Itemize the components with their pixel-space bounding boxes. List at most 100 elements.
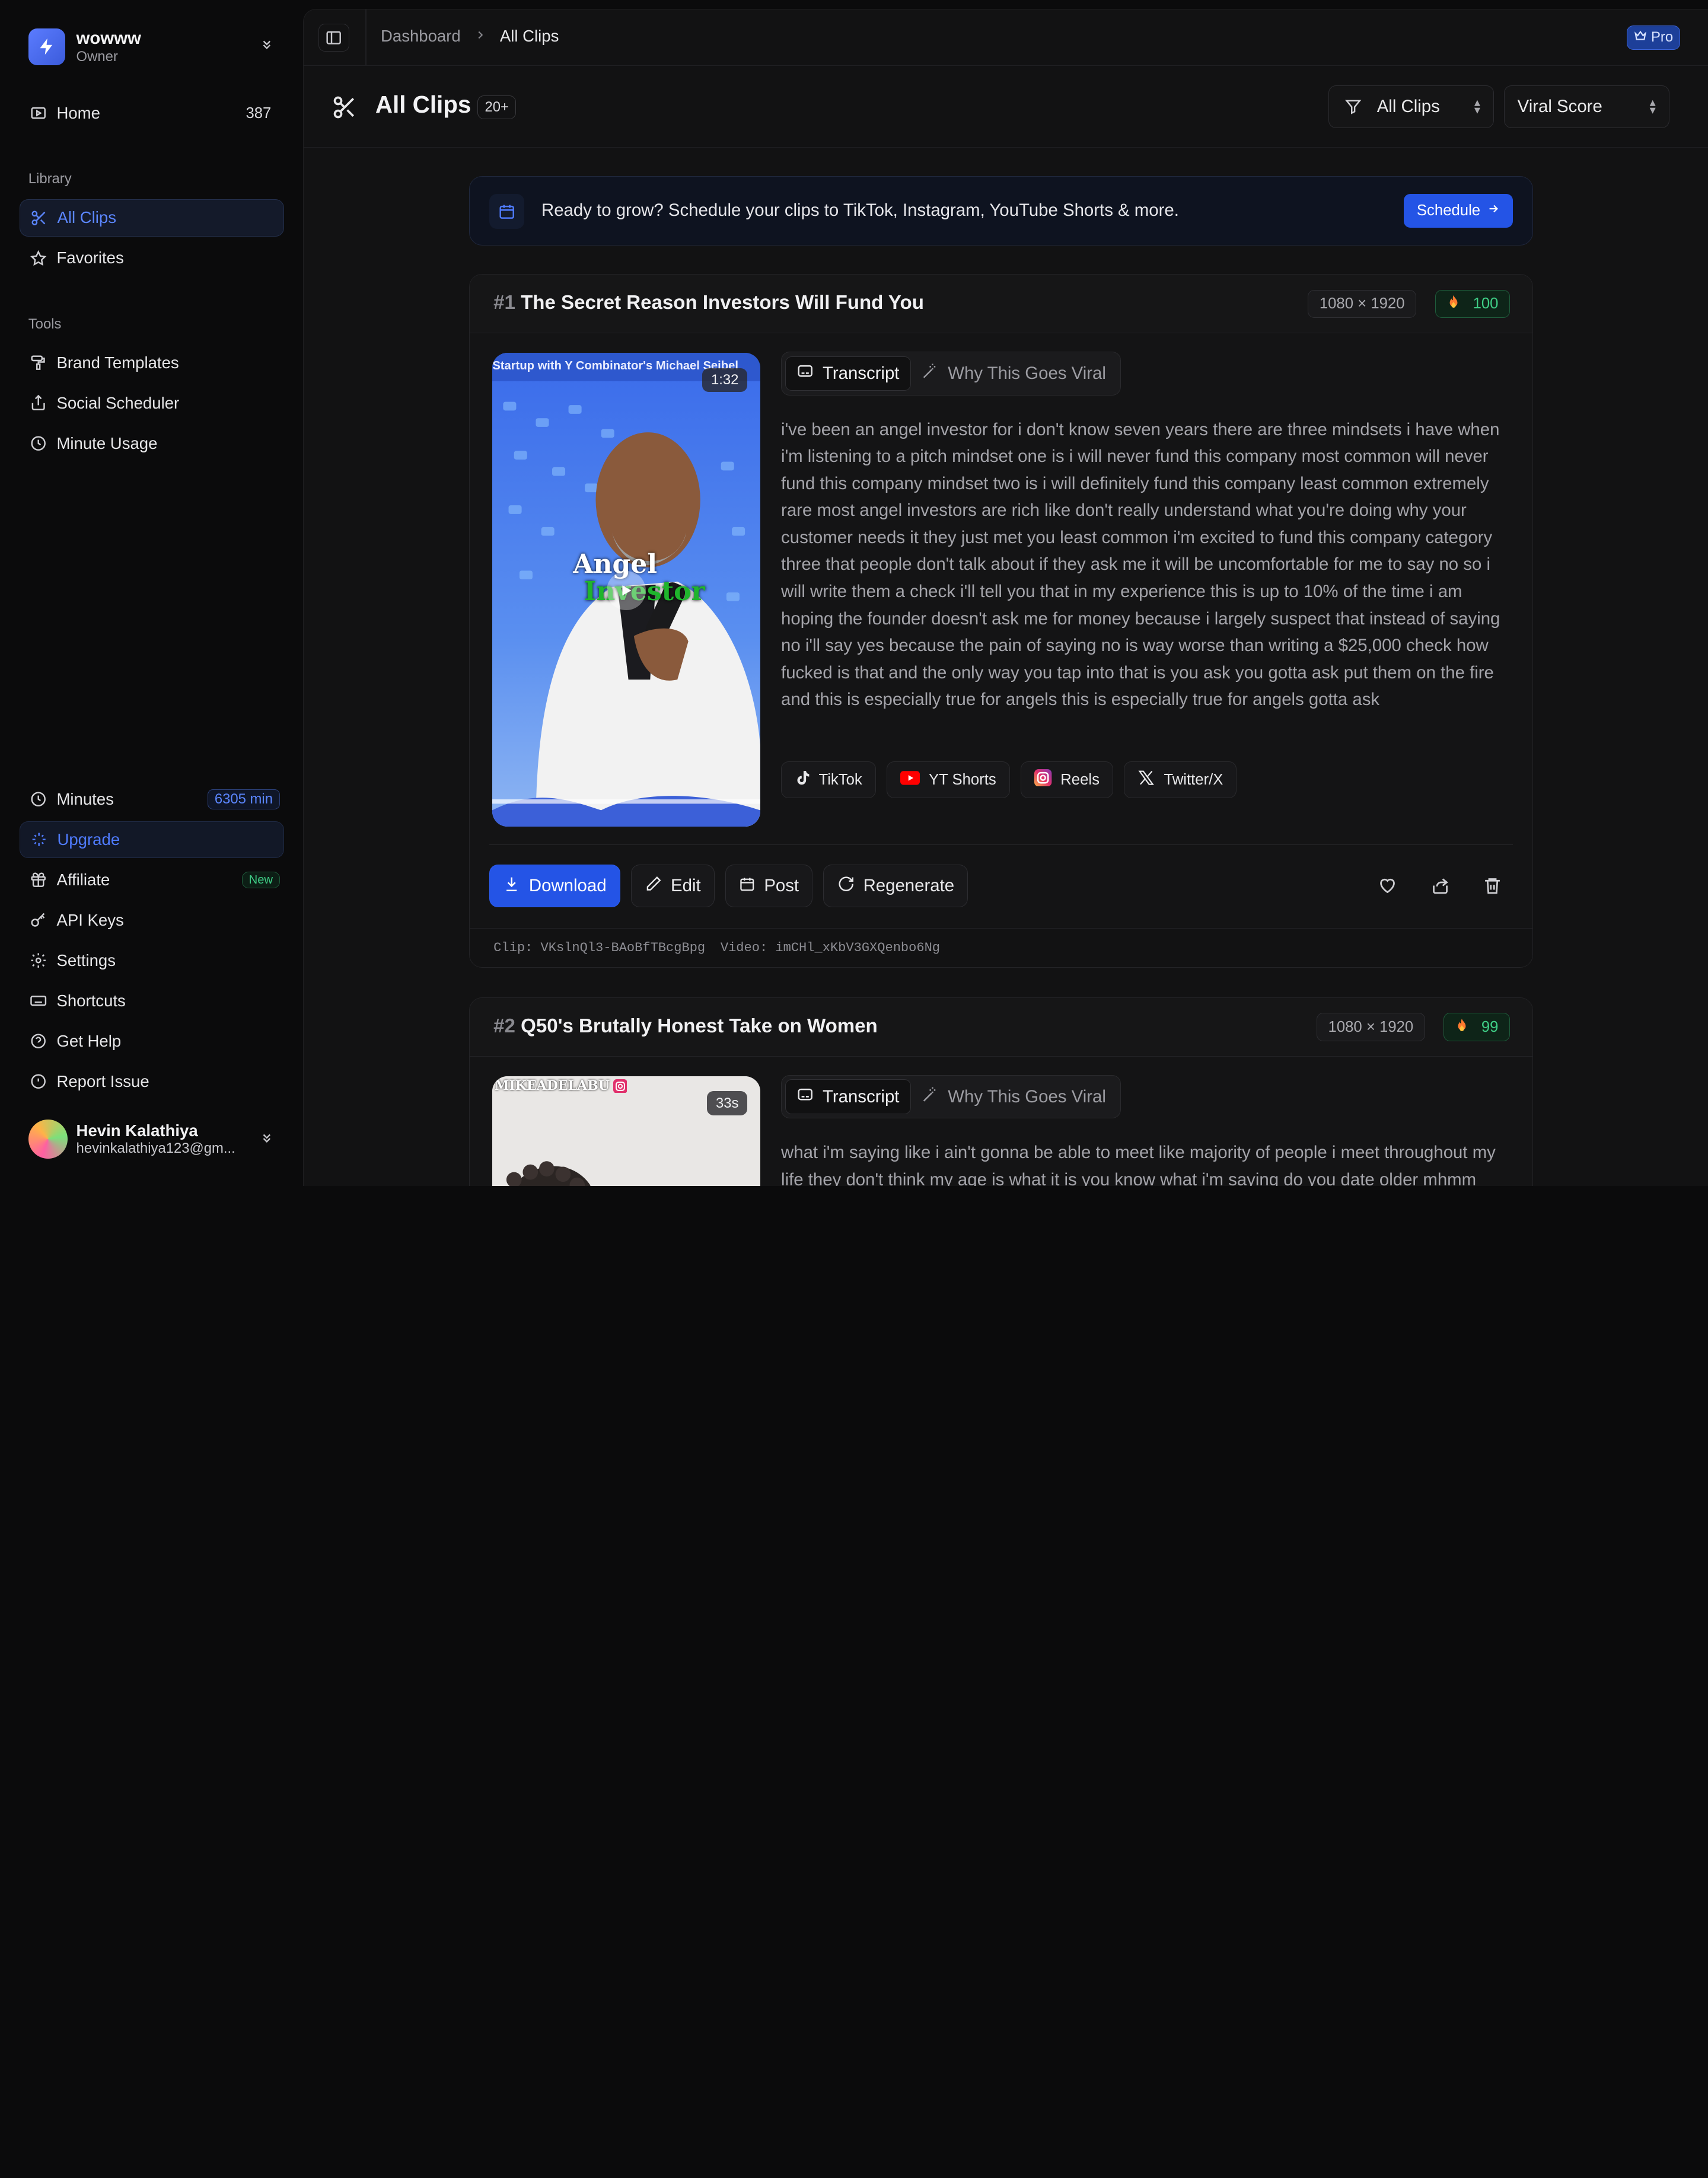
filter-select-value: All Clips xyxy=(1376,97,1440,117)
download-icon xyxy=(503,875,520,897)
workspace-name: wowww xyxy=(76,28,141,49)
fire-icon xyxy=(1447,294,1460,314)
sort-select[interactable]: Viral Score ▴ ▾ xyxy=(1503,85,1669,128)
platform-list: TikTok YT Shorts Reels Twitter/X xyxy=(781,761,1237,799)
magic-wand-icon xyxy=(922,362,939,384)
viral-score-value: 100 xyxy=(1473,295,1499,312)
heart-icon[interactable] xyxy=(1378,876,1397,900)
sidebar-item-upgrade[interactable]: Upgrade xyxy=(20,821,285,859)
sidebar-item-label: Minutes xyxy=(56,790,114,809)
sidebar-item-brand-templates[interactable]: Brand Templates xyxy=(20,344,284,381)
sidebar-toggle-button[interactable] xyxy=(318,23,349,52)
workspace-switcher[interactable]: wowww Owner xyxy=(28,26,281,68)
platform-twitter-x[interactable]: Twitter/X xyxy=(1124,761,1237,799)
chevrons-icon xyxy=(259,1130,275,1150)
clip-count-badge: 20+ xyxy=(477,95,516,120)
clock-icon xyxy=(28,790,48,809)
clip-card: #2 Q50's Brutally Honest Take on Women 1… xyxy=(469,997,1534,1187)
tab-why-viral[interactable]: Why This Goes Viral xyxy=(911,1079,1117,1114)
thumbnail-caption: MIKEADELABU xyxy=(495,1078,627,1093)
refresh-icon xyxy=(837,875,855,897)
post-button[interactable]: Post xyxy=(725,865,813,908)
thumbnail-caption-text: MIKEADELABU xyxy=(495,1078,610,1094)
platform-yt-shorts[interactable]: YT Shorts xyxy=(887,761,1010,799)
sidebar-item-get-help[interactable]: Get Help xyxy=(20,1023,284,1060)
select-arrows-icon: ▴ ▾ xyxy=(1474,96,1481,117)
platform-label: Reels xyxy=(1060,771,1100,788)
clip-ids: Clip: VKslnQl3-BAoBfTBcgBpg Video: imCHl… xyxy=(469,928,1533,967)
sidebar-item-minutes[interactable]: Minutes 6305 min xyxy=(20,781,284,818)
sidebar: wowww Owner Home 387 Library All Clips F… xyxy=(0,0,303,1187)
divider xyxy=(365,9,367,66)
clip-thumbnail[interactable]: MIKEADELABU 33s xyxy=(492,1076,761,1187)
page-title: All Clips xyxy=(375,91,471,119)
sidebar-item-shortcuts[interactable]: Shortcuts xyxy=(20,983,284,1019)
user-email: hevinkalathiya123@gm... xyxy=(76,1140,235,1157)
sort-select-value: Viral Score xyxy=(1517,97,1602,117)
edit-button[interactable]: Edit xyxy=(630,865,715,908)
user-name: Hevin Kalathiya xyxy=(76,1121,198,1140)
download-button-label: Download xyxy=(528,876,607,896)
instagram-icon xyxy=(613,1079,627,1093)
share-icon[interactable] xyxy=(1430,876,1450,900)
tab-why-viral-label: Why This Goes Viral xyxy=(948,1086,1106,1106)
pencil-icon xyxy=(645,875,662,897)
clip-title: #1 The Secret Reason Investors Will Fund… xyxy=(493,292,924,314)
topbar: Dashboard All Clips Pro xyxy=(303,9,1708,66)
platform-tiktok[interactable]: TikTok xyxy=(781,761,876,799)
gear-icon xyxy=(28,951,48,970)
sidebar-item-affiliate[interactable]: Affiliate New xyxy=(20,862,284,898)
filter-select[interactable]: All Clips ▴ ▾ xyxy=(1328,85,1494,128)
clip-tabs: Transcript Why This Goes Viral xyxy=(781,1074,1121,1119)
sidebar-item-report-issue[interactable]: Report Issue xyxy=(20,1063,284,1100)
sidebar-item-all-clips[interactable]: All Clips xyxy=(20,199,285,237)
tab-why-viral[interactable]: Why This Goes Viral xyxy=(911,356,1117,391)
sidebar-item-api-keys[interactable]: API Keys xyxy=(20,902,284,939)
sidebar-item-label: Minute Usage xyxy=(56,433,158,452)
tiktok-icon xyxy=(795,769,810,790)
banner-text: Ready to grow? Schedule your clips to Ti… xyxy=(541,200,1179,221)
help-circle-icon xyxy=(28,1031,48,1051)
breadcrumb: Dashboard All Clips xyxy=(381,27,559,46)
sidebar-item-minute-usage[interactable]: Minute Usage xyxy=(20,425,284,461)
play-button[interactable] xyxy=(607,570,646,610)
sidebar-item-label: Favorites xyxy=(56,248,124,267)
schedule-button[interactable]: Schedule xyxy=(1403,194,1513,228)
edit-button-label: Edit xyxy=(671,876,701,896)
platform-reels[interactable]: Reels xyxy=(1021,761,1113,799)
sidebar-item-settings[interactable]: Settings xyxy=(20,942,284,979)
divider xyxy=(489,844,1513,846)
sidebar-item-label: API Keys xyxy=(56,911,124,929)
clip-title-text: The Secret Reason Investors Will Fund Yo… xyxy=(521,292,924,314)
sidebar-item-label: Social Scheduler xyxy=(56,393,180,412)
trash-icon[interactable] xyxy=(1483,876,1502,900)
resolution-badge: 1080 × 1920 xyxy=(1317,1013,1425,1041)
download-button[interactable]: Download xyxy=(489,865,620,908)
regenerate-button[interactable]: Regenerate xyxy=(823,865,968,908)
tab-transcript[interactable]: Transcript xyxy=(785,356,911,391)
sidebar-item-label: Get Help xyxy=(56,1031,122,1050)
sidebar-item-social-scheduler[interactable]: Social Scheduler xyxy=(20,384,284,421)
tab-transcript[interactable]: Transcript xyxy=(785,1079,911,1115)
clip-tabs: Transcript Why This Goes Viral xyxy=(781,352,1121,396)
clip-thumbnail[interactable]: Startup with Y Combinator's Michael Seib… xyxy=(492,353,761,827)
magic-wand-icon xyxy=(922,1086,939,1108)
platform-label: TikTok xyxy=(818,771,862,788)
clip-card-header: #2 Q50's Brutally Honest Take on Women 1… xyxy=(469,997,1533,1057)
duration-badge: 33s xyxy=(707,1091,748,1115)
fire-icon xyxy=(1455,1018,1468,1037)
user-menu[interactable]: Hevin Kalathiya hevinkalathiya123@gm... xyxy=(28,1117,281,1160)
calendar-icon xyxy=(739,876,756,897)
tab-transcript-label: Transcript xyxy=(822,1086,900,1106)
chevron-right-icon xyxy=(474,27,487,46)
clip-title: #2 Q50's Brutally Honest Take on Women xyxy=(493,1015,878,1038)
panel-left-icon xyxy=(326,31,342,44)
sidebar-item-home[interactable]: Home 387 xyxy=(20,95,284,132)
breadcrumb-dashboard[interactable]: Dashboard xyxy=(381,27,461,46)
share-icon xyxy=(28,393,48,413)
crown-icon xyxy=(1634,29,1647,46)
keyboard-icon xyxy=(28,991,48,1010)
play-icon xyxy=(622,585,632,596)
sidebar-item-favorites[interactable]: Favorites xyxy=(20,240,284,276)
transcript-text: i've been an angel investor for i don't … xyxy=(781,419,1500,710)
